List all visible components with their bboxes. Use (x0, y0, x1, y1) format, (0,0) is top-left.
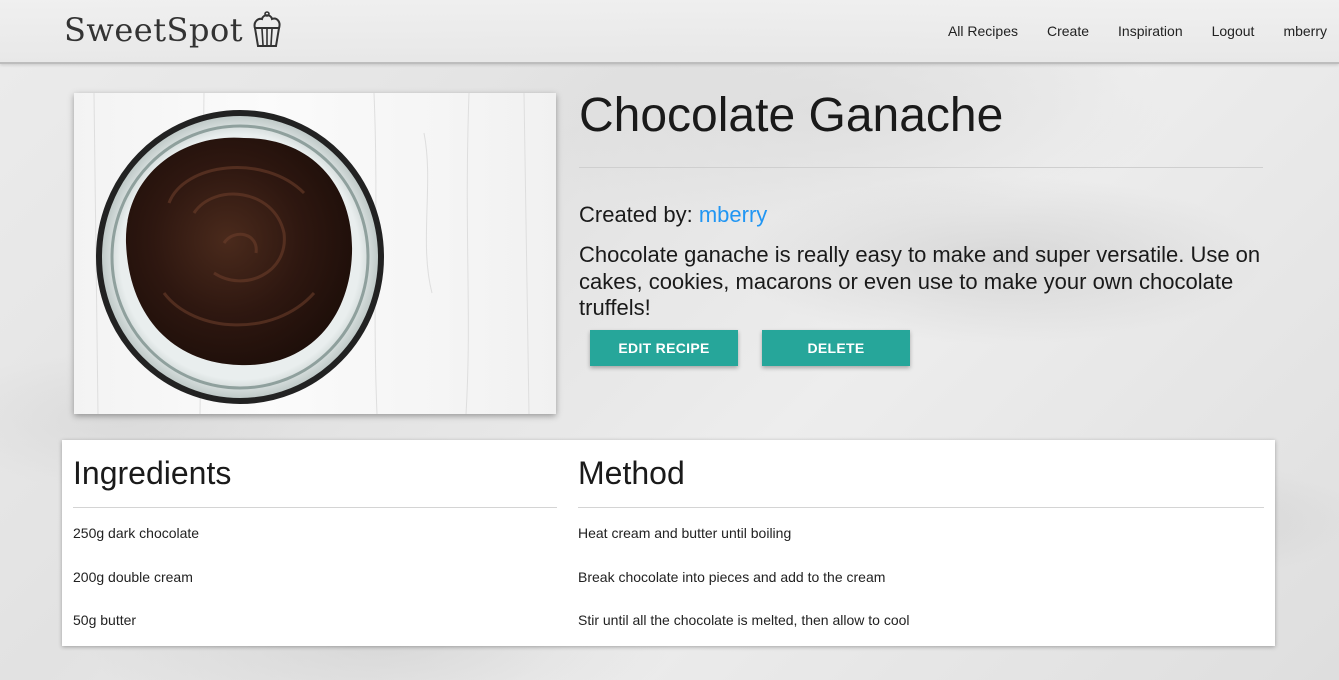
ingredients-heading: Ingredients (73, 455, 232, 491)
method-steps-list: Heat cream and butter until boiling Brea… (578, 525, 1264, 656)
created-by: Created by: mberry (579, 202, 767, 228)
recipe-title: Chocolate Ganache (579, 89, 1004, 142)
ingredient-item: 250g dark chocolate (73, 525, 200, 541)
nav-links: All Recipes Create Inspiration Logout mb… (919, 0, 1327, 62)
created-by-label: Created by: (579, 202, 693, 227)
recipe-details-card: Ingredients 250g dark chocolate 200g dou… (62, 440, 1275, 646)
method-step: Heat cream and butter until boiling (578, 525, 792, 541)
nav-logout[interactable]: Logout (1212, 23, 1255, 39)
edit-recipe-button[interactable]: EDIT RECIPE (590, 330, 738, 366)
nav-create[interactable]: Create (1047, 23, 1089, 39)
recipe-description: Chocolate ganache is really easy to make… (579, 242, 1261, 320)
nav-all-recipes[interactable]: All Recipes (948, 23, 1018, 39)
ingredients-list: 250g dark chocolate 200g double cream 50… (73, 525, 557, 656)
author-link[interactable]: mberry (699, 202, 767, 227)
method-step: Stir until all the chocolate is melted, … (578, 612, 910, 628)
title-divider (579, 167, 1263, 168)
delete-button[interactable]: DELETE (762, 330, 910, 366)
ingredient-item: 200g double cream (73, 568, 193, 585)
ingredients-divider (73, 507, 557, 508)
nav-inspiration[interactable]: Inspiration (1118, 23, 1183, 39)
nav-user-profile[interactable]: mberry (1283, 23, 1327, 39)
brand-name[interactable]: SweetSpot (64, 11, 243, 49)
method-heading: Method (578, 455, 685, 491)
ingredient-item: 50g butter (73, 612, 137, 628)
cupcake-icon (253, 11, 281, 47)
recipe-image (74, 93, 556, 414)
brand-logo[interactable]: SweetSpot (64, 10, 285, 50)
top-navbar: SweetSpot All Recipes Create Inspiration… (0, 0, 1339, 64)
method-step: Break chocolate into pieces and add to t… (578, 568, 886, 585)
method-divider (578, 507, 1264, 508)
ganache-bowl-image (93, 93, 530, 414)
